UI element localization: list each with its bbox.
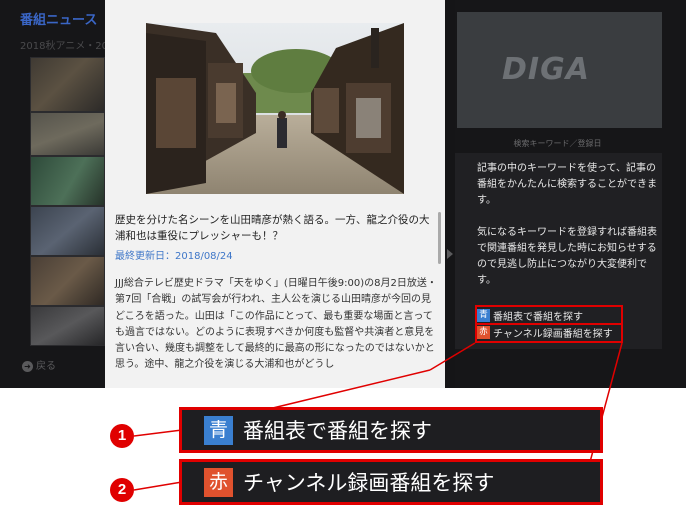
callout-number-2: 2	[110, 478, 134, 502]
back-arrow-icon: ➜	[22, 360, 33, 372]
article-photo	[146, 23, 404, 194]
article-body: 歴史を分けた名シーンを山田晴彦が熱く語る。一方、龍之介役の大浦和也は重役にプレッ…	[115, 212, 437, 374]
callout-label-2: チャンネル録画番組を探す	[243, 471, 495, 495]
right-arrow-icon	[447, 249, 453, 259]
description-text: 記事の中のキーワードを使って、記事の番組をかんたんに検索することができます。 気…	[477, 161, 657, 305]
callout-search-program-guide: 青 番組表で番組を探す	[179, 407, 603, 453]
news-thumbnail[interactable]	[30, 156, 105, 206]
red-key-icon: 赤	[204, 467, 233, 497]
article-panel: 歴史を分けた名シーンを山田晴彦が熱く語る。一方、龍之介役の大浦和也は重役にプレッ…	[105, 0, 445, 388]
callout-search-recorded-channel: 赤 チャンネル録画番組を探す	[179, 459, 603, 505]
news-thumbnail[interactable]	[30, 112, 105, 156]
back-label: 戻る	[36, 361, 56, 372]
callout-number-1: 1	[110, 424, 134, 448]
diga-logo-box: DIGA	[457, 12, 662, 128]
tv-screen: 番組ニュース 2018秋アニメ・20 ➜ 戻る 歴史を分けた名シーンを山田晴彦が…	[0, 0, 686, 388]
back-button[interactable]: ➜ 戻る	[22, 357, 56, 372]
description-paragraph-1: 記事の中のキーワードを使って、記事の番組をかんたんに検索することができます。	[477, 163, 657, 206]
news-thumbnail[interactable]	[30, 306, 105, 346]
article-date: 最終更新日：2018/08/24	[115, 251, 233, 262]
news-thumbnail[interactable]	[30, 57, 105, 112]
article-scrollbar[interactable]	[438, 212, 441, 264]
news-thumbnail[interactable]	[30, 256, 105, 306]
diga-logo: DIGA	[502, 52, 590, 87]
blue-key-icon: 青	[204, 415, 233, 445]
highlight-box-1	[475, 305, 623, 325]
article-headline: 歴史を分けた名シーンを山田晴彦が熱く語る。一方、龍之介役の大浦和也は重役にプレッ…	[115, 214, 430, 242]
edo-street-scene-image	[146, 23, 404, 194]
description-paragraph-2: 気になるキーワードを登録すれば番組表で関連番組を発見した時にお知らせするので見逃…	[477, 227, 657, 286]
keyword-label: 検索キーワード／登録日	[513, 139, 602, 148]
news-list-title: 番組ニュース	[20, 13, 98, 28]
article-text: JJJ総合テレビ歴史ドラマ「天をゆく」(日曜日午後9:00)の8月2日放送・第7…	[115, 278, 437, 371]
news-list-panel: 番組ニュース 2018秋アニメ・20 ➜ 戻る	[0, 0, 108, 388]
callout-label-1: 番組表で番組を探す	[243, 419, 432, 443]
highlight-box-2	[475, 323, 623, 343]
news-list-subtitle: 2018秋アニメ・20	[20, 41, 108, 52]
news-thumbnail[interactable]	[30, 206, 105, 256]
